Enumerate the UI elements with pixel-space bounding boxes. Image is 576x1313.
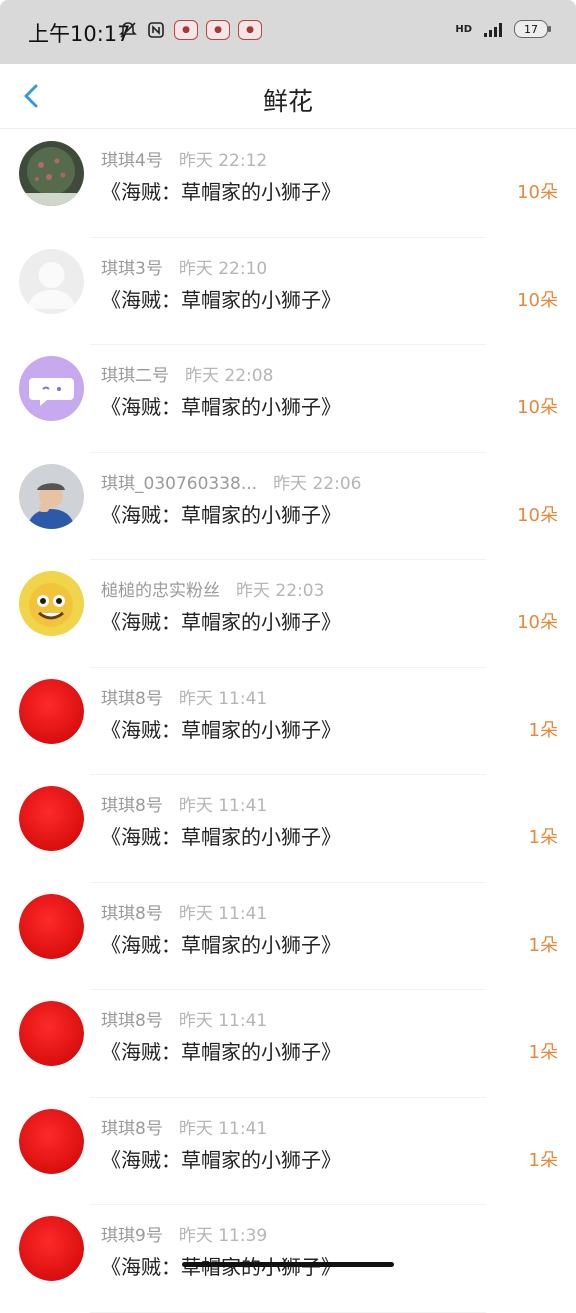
timestamp: 昨天 11:41	[178, 688, 268, 709]
status-time: 上午10:17	[28, 22, 131, 46]
avatar[interactable]	[19, 248, 84, 314]
avatar[interactable]	[19, 786, 84, 851]
work-title: 《海贼：草帽家的小狮子》	[101, 1040, 341, 1064]
avatar[interactable]	[19, 356, 84, 421]
name-line: 琪琪8号 昨天 11:41	[101, 1114, 267, 1139]
work-title: 《海贼：草帽家的小狮子》	[101, 180, 341, 204]
flower-count: 10朵	[517, 289, 558, 311]
avatar[interactable]	[19, 893, 84, 959]
name-line: 琪琪8号 昨天 11:41	[101, 899, 267, 924]
divider	[90, 1311, 486, 1313]
list-item[interactable]: 琪琪二号 昨天 22:08 《海贼：草帽家的小狮子》 10朵	[0, 345, 576, 453]
timestamp: 昨天 22:03	[236, 581, 325, 601]
flower-count: 10朵	[517, 182, 558, 203]
name-line: 琪琪8号 昨天 11:41	[101, 684, 267, 709]
flower-count: 1朵	[528, 934, 558, 956]
user-name: 琪琪9号	[101, 1226, 163, 1246]
flower-count: 10朵	[517, 397, 558, 418]
name-line: 琪琪_030760338... 昨天 22:06	[101, 469, 361, 494]
app-notification-icon: ●	[174, 20, 198, 40]
work-title: 《海贼：草帽家的小狮子》	[101, 502, 341, 527]
list-item[interactable]: 琪琪8号 昨天 11:41 《海贼：草帽家的小狮子》 1朵	[0, 668, 576, 775]
avatar[interactable]	[19, 1216, 84, 1281]
list-item[interactable]: 琪琪8号 昨天 11:41 《海贼：草帽家的小狮子》 1朵	[0, 775, 576, 883]
name-line: 琪琪4号 昨天 22:12	[101, 146, 267, 171]
user-name: 琪琪_030760338...	[101, 473, 258, 494]
flower-count: 1朵	[528, 1042, 558, 1063]
battery-icon: 17	[514, 20, 551, 38]
avatar[interactable]	[19, 1108, 84, 1174]
avatar[interactable]	[19, 141, 84, 206]
work-title: 《海贼：草帽家的小狮子》	[101, 610, 341, 634]
user-name: 琪琪3号	[101, 258, 163, 279]
battery-level: 17	[524, 22, 538, 36]
status-bar: 上午10:17 ● ● ● HD 17	[0, 0, 576, 64]
work-title: 《海贼：草帽家的小狮子》	[101, 287, 341, 312]
timestamp: 昨天 11:41	[178, 1118, 268, 1139]
work-title: 《海贼：草帽家的小狮子》	[101, 932, 341, 957]
list-item[interactable]: 琪琪8号 昨天 11:41 《海贼：草帽家的小狮子》 1朵	[0, 883, 576, 990]
timestamp: 昨天 11:41	[178, 796, 268, 816]
nfc-icon	[146, 20, 166, 40]
flower-count: 1朵	[528, 827, 558, 848]
name-line: 槌槌的忠实粉丝 昨天 22:03	[101, 576, 324, 601]
list-item[interactable]: 琪琪8号 昨天 11:41 《海贼：草帽家的小狮子》 1朵	[0, 1098, 576, 1205]
name-line: 琪琪9号 昨天 11:39	[101, 1221, 267, 1246]
user-name: 琪琪8号	[101, 688, 163, 709]
user-name: 琪琪8号	[101, 1011, 163, 1031]
list-item[interactable]: 琪琪8号 昨天 11:41 《海贼：草帽家的小狮子》 1朵	[0, 990, 576, 1098]
name-line: 琪琪8号 昨天 11:41	[101, 1006, 267, 1031]
timestamp: 昨天 11:41	[178, 1011, 268, 1031]
user-name: 琪琪4号	[101, 151, 163, 171]
timestamp: 昨天 11:39	[178, 1226, 268, 1246]
timestamp: 昨天 22:06	[273, 473, 362, 494]
user-name: 槌槌的忠实粉丝	[101, 581, 220, 601]
list-item[interactable]: 琪琪_030760338... 昨天 22:06 《海贼：草帽家的小狮子》 10朵	[0, 453, 576, 560]
user-name: 琪琪8号	[101, 903, 163, 924]
flower-count: 10朵	[517, 504, 558, 526]
work-title: 《海贼：草帽家的小狮子》	[101, 395, 341, 419]
timestamp: 昨天 22:12	[178, 151, 268, 171]
hd-indicator: HD	[455, 23, 472, 35]
app-notification-icon: ●	[238, 20, 262, 40]
flower-list: 琪琪4号 昨天 22:12 《海贼：草帽家的小狮子》 10朵 琪琪3号 昨天 22:…	[0, 130, 576, 1313]
work-title: 《海贼：草帽家的小狮子》	[101, 1147, 341, 1172]
avatar[interactable]	[19, 463, 84, 529]
status-icons: ● ● ●	[118, 20, 262, 40]
app-notification-icon: ●	[206, 20, 230, 40]
avatar[interactable]	[19, 1001, 84, 1066]
work-title: 《海贼：草帽家的小狮子》	[101, 825, 341, 849]
list-item[interactable]: 琪琪9号 昨天 11:39 《海贼：草帽家的小狮子》	[0, 1205, 576, 1313]
flower-count: 1朵	[528, 719, 558, 741]
name-line: 琪琪8号 昨天 11:41	[101, 791, 267, 816]
list-item[interactable]: 琪琪3号 昨天 22:10 《海贼：草帽家的小狮子》 10朵	[0, 238, 576, 345]
home-indicator[interactable]	[182, 1262, 394, 1267]
list-item[interactable]: 琪琪4号 昨天 22:12 《海贼：草帽家的小狮子》 10朵	[0, 130, 576, 238]
avatar[interactable]	[19, 571, 84, 636]
work-title: 《海贼：草帽家的小狮子》	[101, 717, 341, 742]
status-right: HD 17	[455, 20, 551, 38]
page-title: 鲜花	[262, 87, 313, 116]
user-name: 琪琪8号	[101, 1118, 163, 1139]
avatar[interactable]	[19, 678, 84, 744]
header: 鲜花	[0, 64, 576, 129]
timestamp: 昨天 11:41	[178, 903, 268, 924]
flower-count: 1朵	[528, 1149, 558, 1171]
timestamp: 昨天 22:10	[178, 258, 268, 279]
name-line: 琪琪3号 昨天 22:10	[101, 254, 267, 279]
name-line: 琪琪二号 昨天 22:08	[101, 361, 273, 386]
signal-icon	[484, 21, 502, 37]
list-item[interactable]: 槌槌的忠实粉丝 昨天 22:03 《海贼：草帽家的小狮子》 10朵	[0, 560, 576, 668]
timestamp: 昨天 22:08	[185, 366, 274, 386]
user-name: 琪琪二号	[101, 366, 169, 386]
user-name: 琪琪8号	[101, 796, 163, 816]
flower-count: 10朵	[517, 612, 558, 633]
mute-bell-icon	[118, 20, 138, 40]
